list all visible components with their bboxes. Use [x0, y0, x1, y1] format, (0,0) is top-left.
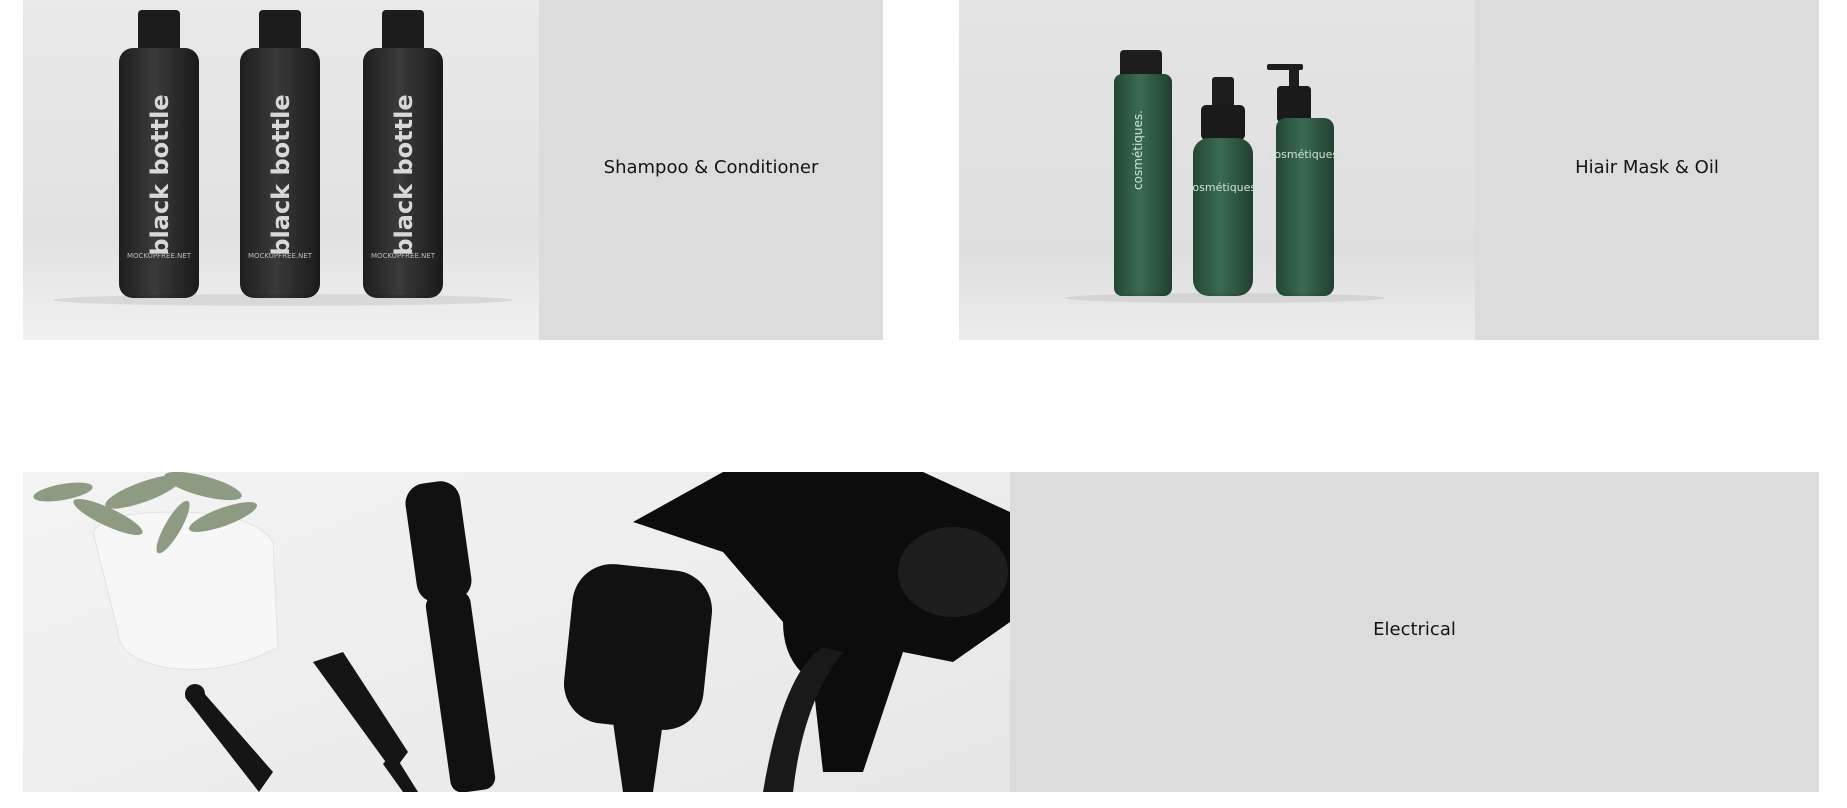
category-label-text: Shampoo & Conditioner	[603, 156, 819, 178]
hair-clip	[185, 684, 273, 792]
svg-text:cosmétiques.: cosmétiques.	[1186, 181, 1259, 194]
spray-bottle: cosmétiques.	[1186, 77, 1260, 296]
plant-pot	[33, 472, 279, 670]
category-label-text: Electrical	[1373, 618, 1456, 640]
svg-text:cosmétiques.: cosmétiques.	[1131, 110, 1145, 190]
category-card-shampoo[interactable]: black bottle MOCKUPFREE.NET black bottle…	[23, 0, 883, 340]
category-label-hair-mask[interactable]: Hiair Mask & Oil	[1475, 0, 1819, 340]
category-card-electrical[interactable]: Electrical	[23, 472, 1819, 792]
paddle-brush	[563, 564, 713, 792]
bottle-2: black bottle MOCKUPFREE.NET	[240, 10, 320, 298]
svg-text:MOCKUPFREE.NET: MOCKUPFREE.NET	[371, 252, 436, 260]
hair-tools-illustration	[33, 472, 1010, 792]
bottle-1: black bottle MOCKUPFREE.NET	[119, 10, 199, 298]
category-label-electrical[interactable]: Electrical	[1010, 472, 1819, 792]
svg-text:black bottle: black bottle	[146, 94, 174, 255]
category-image-hair-mask[interactable]: cosmétiques. cosmétiques. cosmétiques.	[959, 0, 1475, 340]
green-bottles-illustration: cosmétiques. cosmétiques. cosmétiques.	[1065, 50, 1385, 303]
svg-text:MOCKUPFREE.NET: MOCKUPFREE.NET	[248, 252, 313, 260]
black-bottles-illustration: black bottle MOCKUPFREE.NET black bottle…	[53, 10, 513, 306]
svg-text:MOCKUPFREE.NET: MOCKUPFREE.NET	[127, 252, 192, 260]
pump-bottle: cosmétiques.	[1267, 64, 1342, 296]
tall-bottle: cosmétiques.	[1114, 50, 1172, 296]
svg-text:black bottle: black bottle	[267, 94, 295, 255]
svg-text:cosmétiques.: cosmétiques.	[1268, 148, 1341, 161]
category-card-hair-mask[interactable]: cosmétiques. cosmétiques. cosmétiques. H…	[959, 0, 1819, 340]
straightener	[405, 481, 496, 792]
comb	[313, 652, 418, 792]
bottle-3: black bottle MOCKUPFREE.NET	[363, 10, 443, 298]
category-image-electrical[interactable]	[23, 472, 1010, 792]
category-label-text: Hiair Mask & Oil	[1575, 156, 1719, 178]
svg-text:black bottle: black bottle	[390, 94, 418, 255]
category-label-shampoo[interactable]: Shampoo & Conditioner	[539, 0, 883, 340]
category-image-shampoo[interactable]: black bottle MOCKUPFREE.NET black bottle…	[23, 0, 539, 340]
